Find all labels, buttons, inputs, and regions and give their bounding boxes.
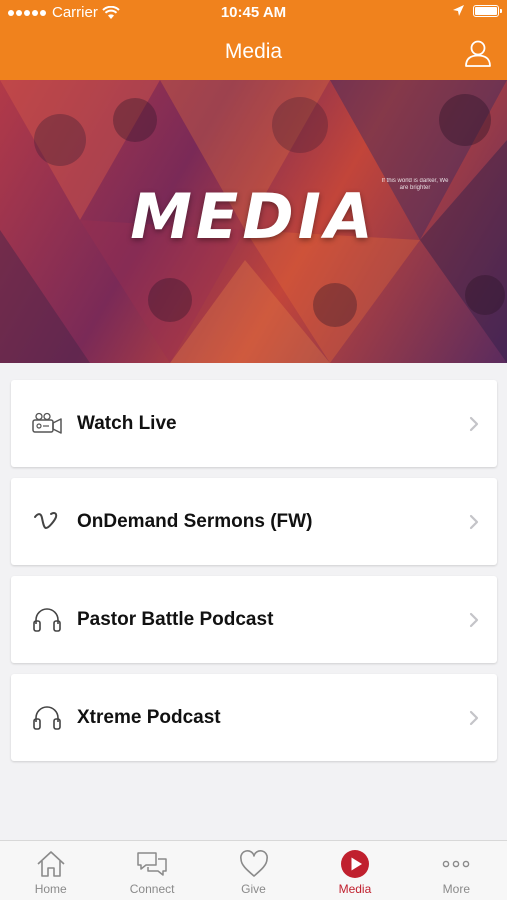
watch-live-item[interactable]: Watch Live <box>11 380 497 467</box>
chevron-right-icon <box>469 416 479 432</box>
location-arrow-icon <box>453 5 464 16</box>
watch-live-label: Watch Live <box>77 412 177 434</box>
tab-media-label: Media <box>338 882 372 896</box>
media-menu-list: Watch Live OnDemand Sermons (FW) Pastor … <box>11 380 497 772</box>
nav-bar: Media <box>0 26 507 80</box>
tab-home[interactable]: Home <box>0 841 101 900</box>
chevron-right-icon <box>469 612 479 628</box>
status-bar: Carrier 10:45 AM <box>0 0 507 26</box>
home-icon <box>35 849 67 879</box>
ondemand-sermons-label: OnDemand Sermons (FW) <box>77 510 313 532</box>
headphones-icon <box>31 606 63 634</box>
pastor-battle-podcast-item[interactable]: Pastor Battle Podcast <box>11 576 497 663</box>
hero-banner: If this world is darker, We are brighter… <box>0 80 507 363</box>
tab-home-label: Home <box>34 882 67 896</box>
tab-connect-label: Connect <box>129 882 175 896</box>
ondemand-sermons-item[interactable]: OnDemand Sermons (FW) <box>11 478 497 565</box>
status-icons <box>452 4 502 17</box>
more-dots-icon <box>440 849 472 879</box>
tab-give-label: Give <box>241 882 266 896</box>
tab-bar: Home Connect Give Media More <box>0 840 507 900</box>
pastor-battle-podcast-label: Pastor Battle Podcast <box>77 608 274 630</box>
tab-more[interactable]: More <box>406 841 507 900</box>
xtreme-podcast-item[interactable]: Xtreme Podcast <box>11 674 497 761</box>
xtreme-podcast-label: Xtreme Podcast <box>77 706 221 728</box>
tab-connect[interactable]: Connect <box>101 841 202 900</box>
person-icon[interactable] <box>463 38 493 68</box>
chevron-right-icon <box>469 710 479 726</box>
play-icon <box>339 849 371 879</box>
video-camera-icon <box>31 410 63 438</box>
clock: 10:45 AM <box>220 4 287 21</box>
hero-title: MEDIA <box>130 180 377 253</box>
tab-give[interactable]: Give <box>203 841 304 900</box>
vimeo-icon <box>31 508 63 536</box>
chat-bubbles-icon <box>136 849 168 879</box>
heart-icon <box>238 849 270 879</box>
page-title: Media <box>224 40 283 63</box>
battery-icon <box>473 4 502 17</box>
tab-media[interactable]: Media <box>304 841 405 900</box>
tab-more-label: More <box>442 882 470 896</box>
chevron-right-icon <box>469 514 479 530</box>
headphones-icon <box>31 704 63 732</box>
